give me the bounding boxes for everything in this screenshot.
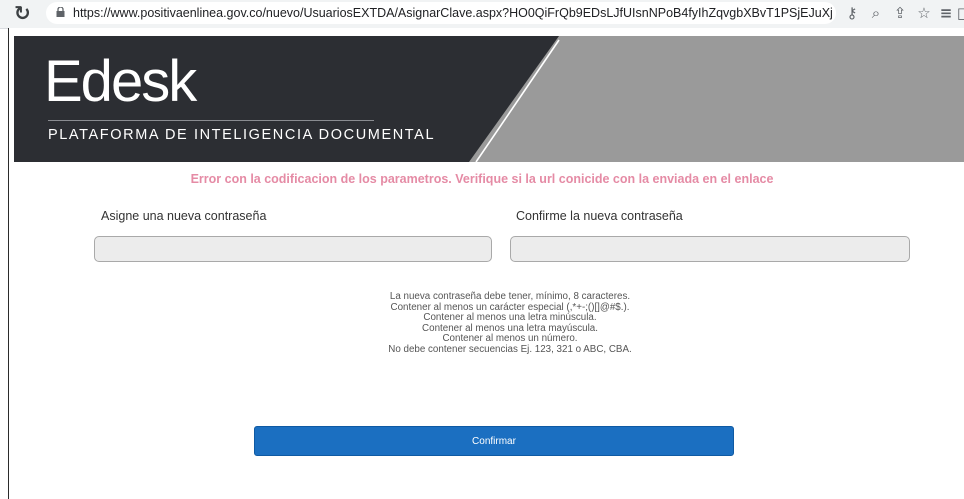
zoom-icon[interactable]: ⌕: [866, 3, 886, 23]
confirm-button[interactable]: Confirmar: [254, 426, 734, 456]
tagline: PLATAFORMA DE INTELIGENCIA DOCUMENTAL: [48, 127, 436, 143]
confirm-password-label: Confirme la nueva contraseña: [516, 209, 683, 223]
browser-toolbar: ↻ https://www.positivaenlinea.gov.co/nue…: [0, 0, 964, 29]
window-icon[interactable]: □: [954, 3, 964, 23]
header-banner: Edesk PLATAFORMA DE INTELIGENCIA DOCUMEN…: [14, 36, 964, 162]
menu-icon[interactable]: ≡: [936, 3, 956, 23]
share-icon[interactable]: ⇪: [890, 3, 910, 23]
logo-divider: [48, 120, 374, 121]
error-message: Error con la codificacion de los paramet…: [190, 172, 774, 186]
frame-border: [8, 28, 9, 499]
rule-no-sequences: No debe contener secuencias Ej. 123, 321…: [388, 343, 632, 355]
key-icon[interactable]: ⚷: [842, 3, 862, 23]
reload-icon[interactable]: ↻: [14, 2, 34, 24]
address-bar[interactable]: https://www.positivaenlinea.gov.co/nuevo…: [46, 2, 836, 24]
rule-lowercase: Contener al menos una letra minúscula.: [423, 312, 597, 323]
star-icon[interactable]: ☆: [914, 3, 934, 23]
edesk-logo: Edesk: [44, 49, 197, 114]
rule-number: Contener al menos un número.: [442, 333, 578, 344]
url-text[interactable]: https://www.positivaenlinea.gov.co/nuevo…: [73, 5, 833, 21]
confirm-password-input[interactable]: [510, 236, 910, 262]
new-password-input[interactable]: [94, 236, 492, 262]
rule-min-length: La nueva contraseña debe tener, mínimo, …: [389, 291, 631, 302]
lock-icon[interactable]: [56, 7, 65, 17]
new-password-label: Asigne una nueva contraseña: [101, 209, 267, 223]
password-rules: La nueva contraseña debe tener, mínimo, …: [300, 291, 720, 355]
